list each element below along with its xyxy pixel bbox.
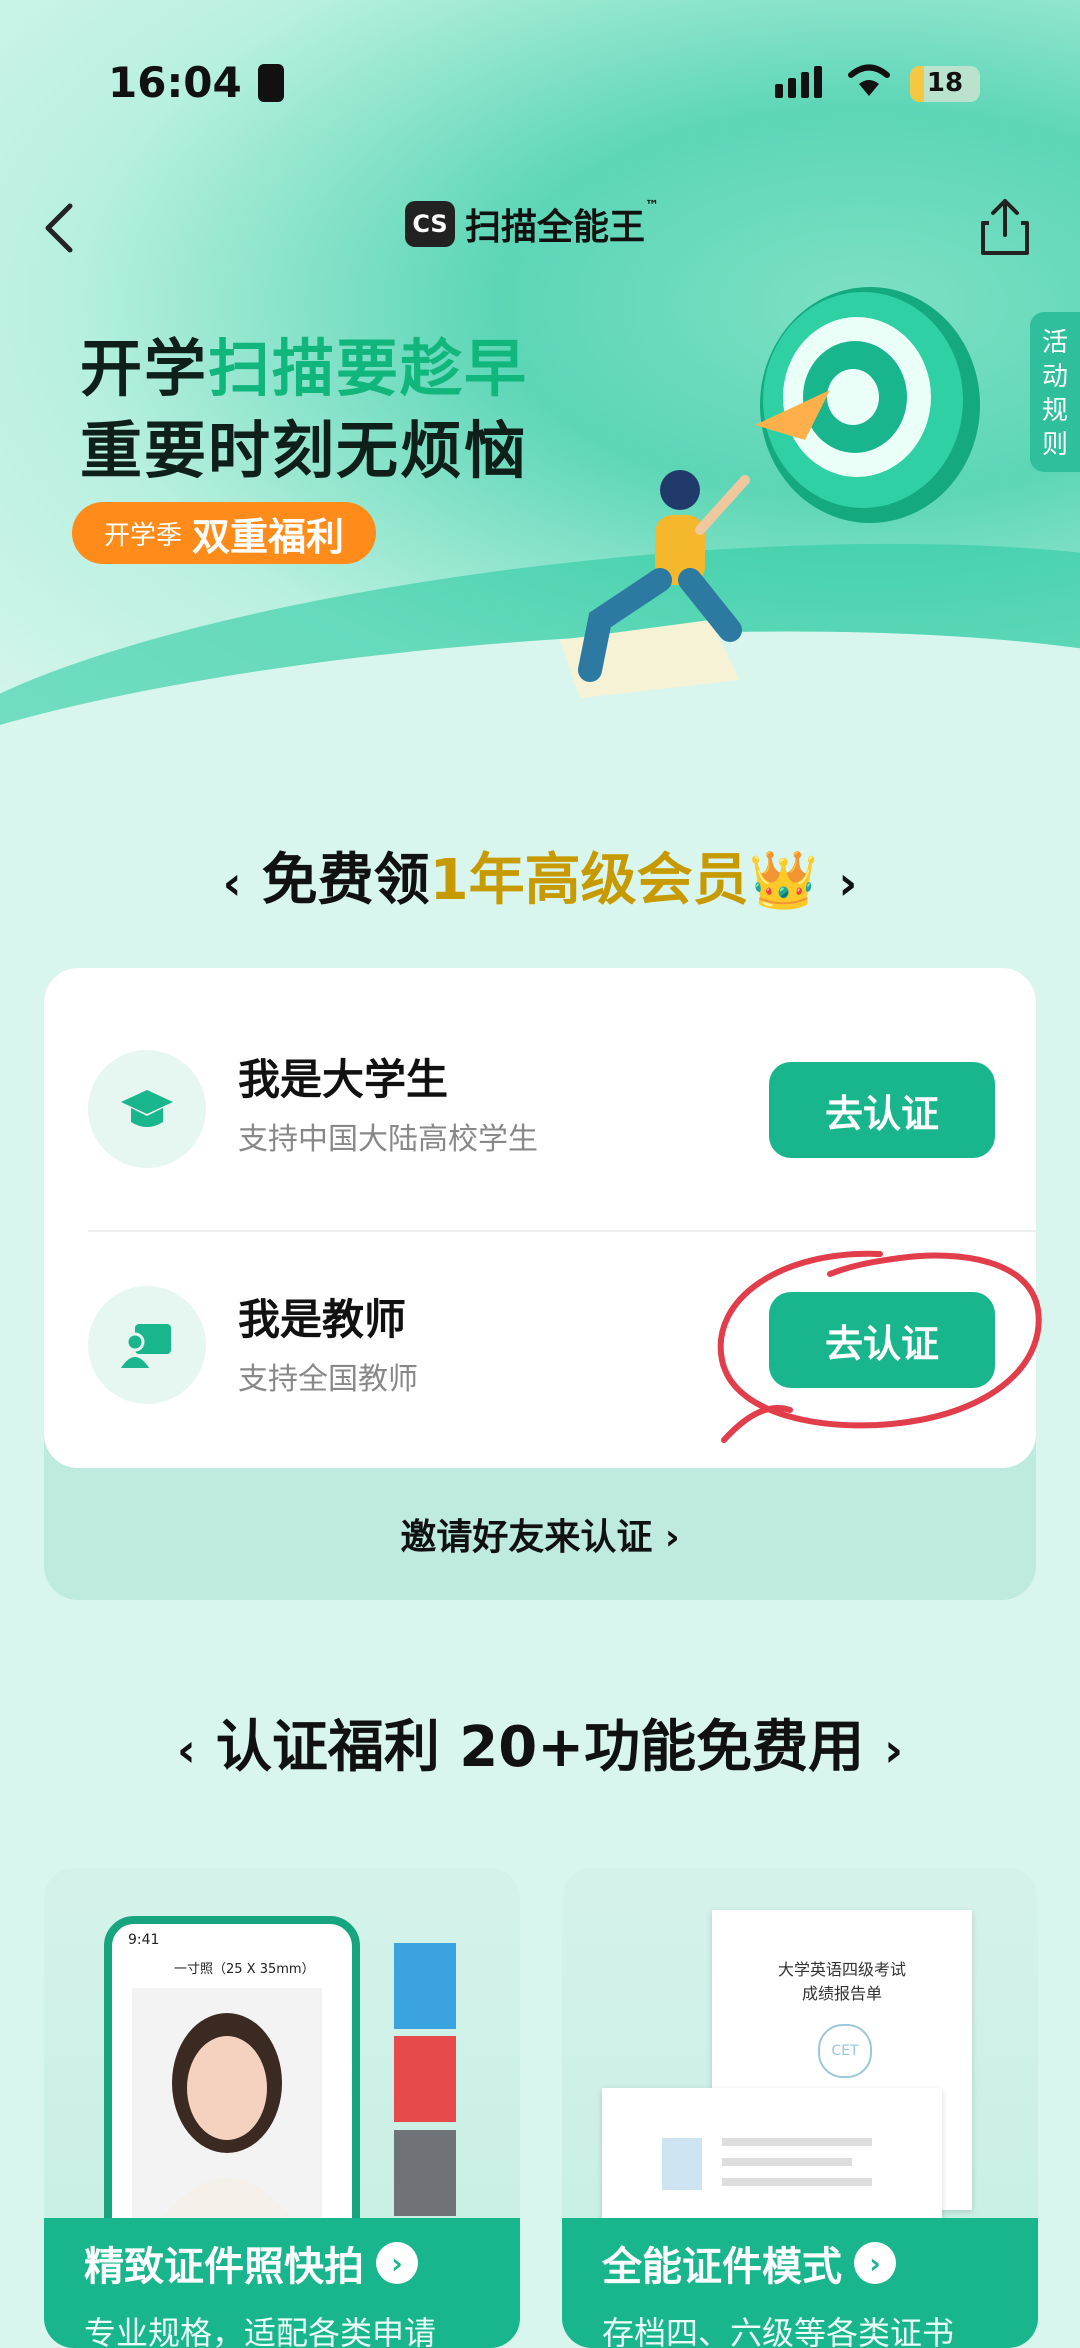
chevron-right-decoration-icon: › [838,856,858,910]
red-annotation-circle [717,1250,1042,1443]
red-background-photo [394,2036,456,2122]
feature-subtitle: 存档四、六级等各类证书 [602,2314,955,2348]
gray-background-photo [394,2130,456,2216]
benefits-heading: ‹ 认证福利 20+功能免费用 › [176,1715,904,1780]
student-verify-button[interactable]: 去认证 [769,1062,995,1158]
feature-subtitle: 专业规格，适配各类申请 [84,2314,437,2348]
activity-rules-tab[interactable]: 活动规则 [1030,312,1080,472]
chevron-right-icon: › [376,2242,418,2284]
portrait-photo [132,1988,322,2218]
hero-headline-1: 开学扫描要趁早 [80,332,529,405]
status-time: 16:04 [108,58,242,107]
cellular-signal-icon [775,66,822,98]
app-logo: CS 扫描全能王™ [405,198,659,250]
status-bar: 16:04 18 [0,0,1080,170]
runner-illustration [560,470,750,698]
blue-background-photo [394,1943,456,2029]
membership-heading: ‹ 免费领1年高级会员👑 › [222,848,858,913]
crown-icon: 👑 [748,848,819,913]
cs-logo-icon: CS [405,201,455,247]
feature-title: 全能证件模式 › [602,2234,896,2292]
target-illustration [755,287,980,523]
share-icon[interactable] [975,195,1035,259]
battery-level: 18 [926,68,964,98]
teacher-title: 我是教师 [238,1295,407,1344]
feature-card-id-photo[interactable]: 9:41 一寸照（25 X 35mm） 精致证件照快拍 › 专业规格，适配各类申… [44,1868,520,2348]
app-name: 扫描全能王™ [465,198,660,248]
student-title: 我是大学生 [238,1055,449,1104]
feature-card-certificate-mode[interactable]: 大学英语四级考试 成绩报告单 CET 全能证件模式 › 存档四、六级等各类证书 [562,1868,1038,2348]
teacher-subtitle: 支持全国教师 [238,1362,418,1397]
back-icon[interactable] [38,200,82,256]
promo-pill: 开学季 双重福利 [72,502,377,564]
orientation-lock-icon [258,64,284,102]
invite-friends-link[interactable]: 邀请好友来认证 › [44,1508,1036,1560]
student-subtitle: 支持中国大陆高校学生 [238,1122,538,1157]
feature-title: 精致证件照快拍 › [84,2234,418,2292]
chevron-right-decoration-icon: › [884,1723,904,1777]
hero-wave-light [0,588,1080,760]
chevron-left-decoration-icon: ‹ [176,1723,196,1777]
battery-icon: 18 [910,66,980,102]
phone-mockup: 9:41 一寸照（25 X 35mm） [104,1916,360,2262]
graduation-cap-icon [88,1050,206,1168]
chevron-left-decoration-icon: ‹ [222,856,242,910]
chevron-right-icon: › [854,2242,896,2284]
student-row: 我是大学生 支持中国大陆高校学生 去认证 [44,990,1036,1230]
wifi-icon [848,64,890,96]
teacher-board-icon [88,1286,206,1404]
hero-headline-2: 重要时刻无烦恼 [80,414,529,487]
